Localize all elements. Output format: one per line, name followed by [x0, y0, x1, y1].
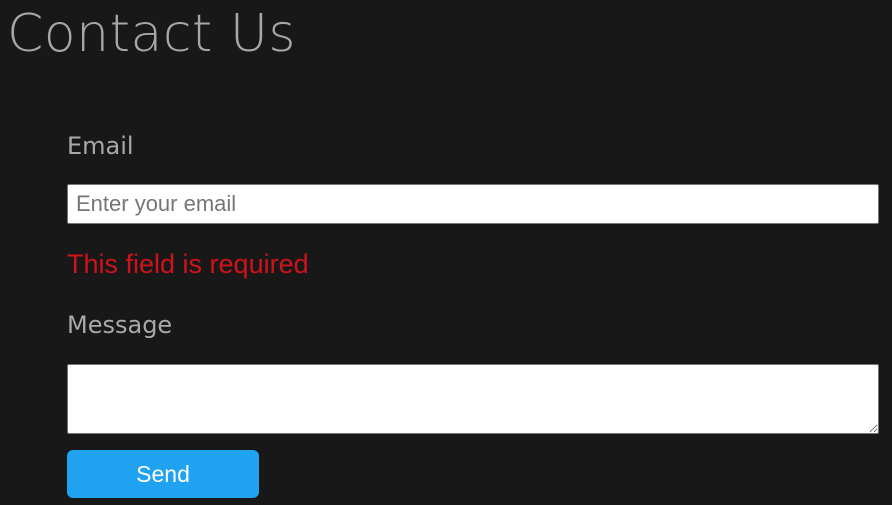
email-input[interactable]: [67, 184, 879, 224]
message-textarea[interactable]: [67, 364, 879, 434]
send-button[interactable]: Send: [67, 450, 259, 498]
message-label: Message: [67, 311, 173, 339]
email-error-message: This field is required: [67, 249, 309, 279]
page-title: Contact Us: [7, 4, 296, 64]
email-label: Email: [67, 132, 134, 160]
